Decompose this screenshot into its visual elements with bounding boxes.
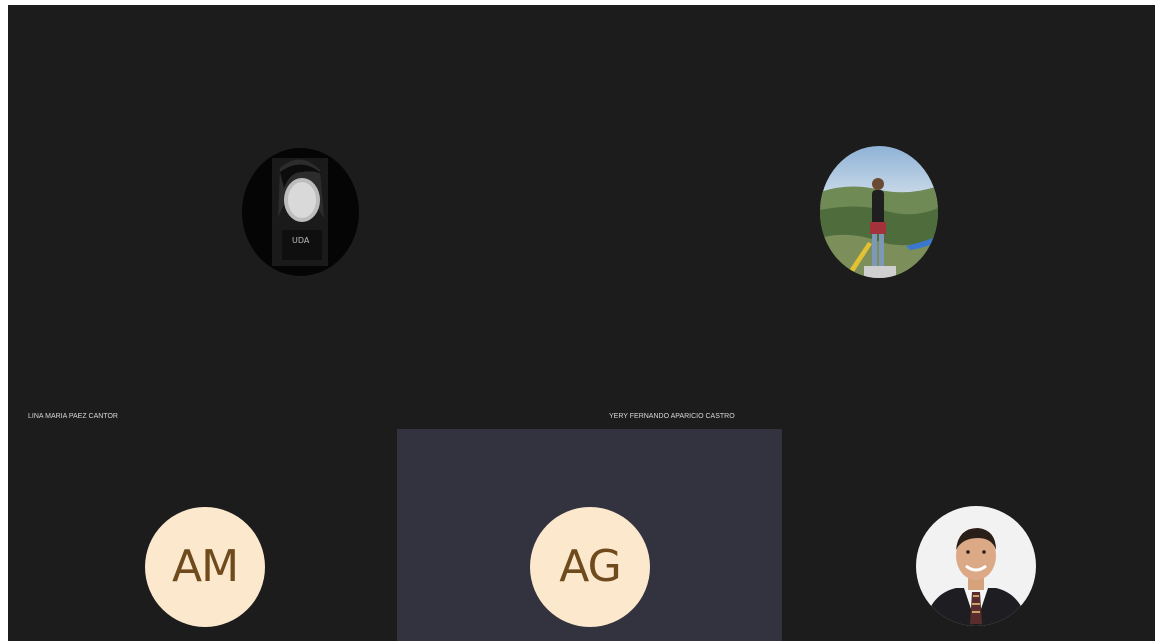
participant-tile-lina[interactable]: UDA LINA MARIA PAEZ CANTOR: [8, 5, 588, 428]
initials-avatar: AG: [530, 507, 650, 627]
svg-text:UDA: UDA: [292, 236, 310, 245]
participant-tile-photo[interactable]: [783, 429, 1155, 641]
participant-photo-avatar: [916, 506, 1036, 626]
avatar-initials: AG: [559, 541, 621, 592]
participant-name-label: YERY FERNANDO APARICIO CASTRO: [609, 413, 735, 420]
participant-name-label: LINA MARIA PAEZ CANTOR: [28, 413, 118, 420]
participant-tile-ag[interactable]: AG: [397, 429, 782, 641]
participant-tile-yery[interactable]: YERY FERNANDO APARICIO CASTRO: [589, 5, 1155, 428]
video-call-grid: UDA LINA MARIA PAEZ CANTOR YERY FERNANDO…: [8, 5, 1155, 641]
avatar-initials: AM: [171, 541, 239, 592]
participant-tile-am[interactable]: AM: [8, 429, 396, 641]
participant-photo-avatar: UDA: [242, 148, 359, 276]
participant-photo-avatar: [820, 146, 938, 278]
initials-avatar: AM: [145, 507, 265, 627]
